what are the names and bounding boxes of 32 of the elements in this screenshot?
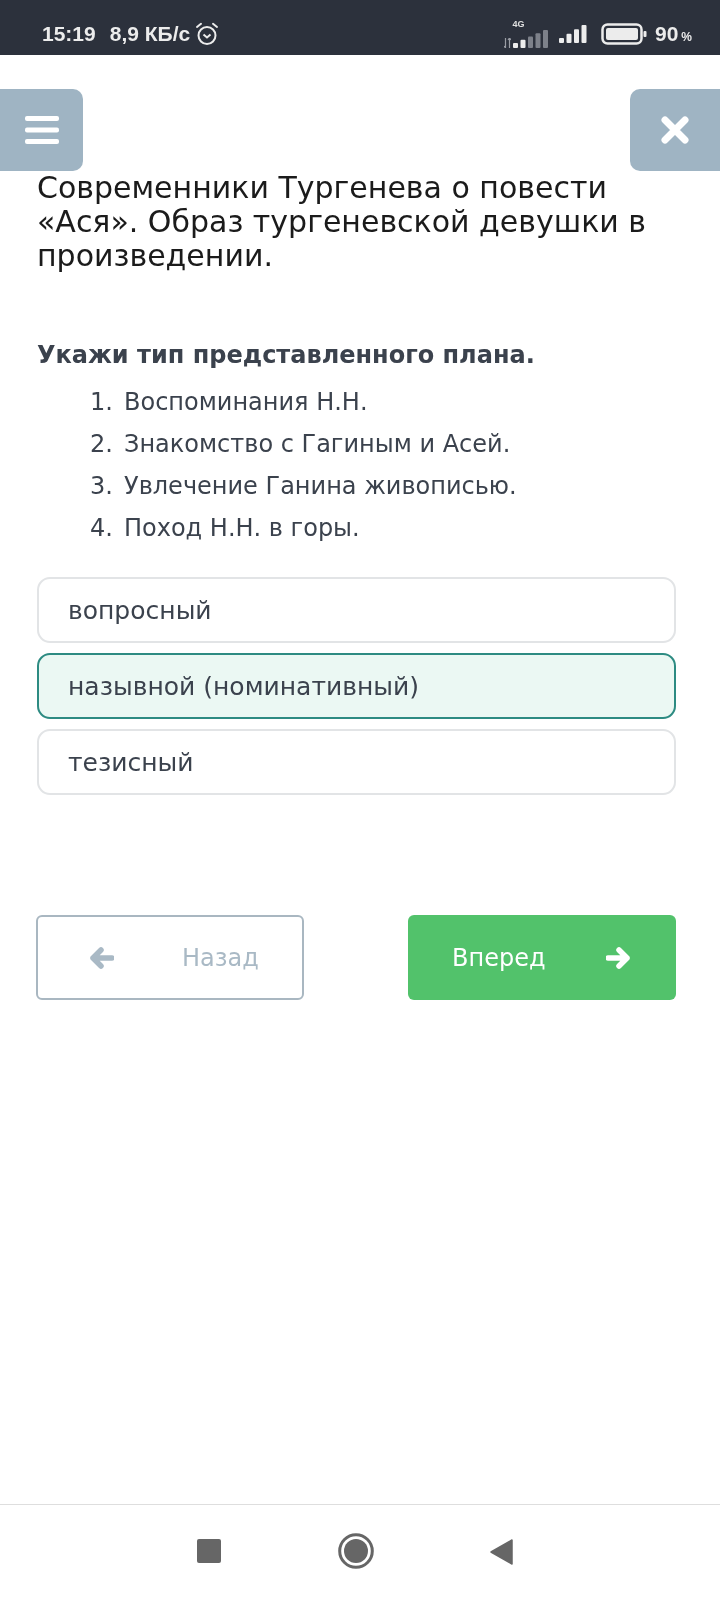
list-number: 4. (90, 514, 114, 542)
percent-sign: % (681, 31, 692, 43)
answer-option[interactable]: вопросный (37, 577, 676, 643)
clock-text: 15:19 (42, 23, 96, 44)
plan-item-text: Увлечение Ганина живописью. (124, 472, 517, 500)
close-icon (661, 116, 689, 144)
square-icon[interactable] (197, 1539, 221, 1563)
up-down-arrows-icon (504, 37, 512, 48)
circle-icon[interactable] (338, 1533, 374, 1569)
answer-option[interactable]: назывной (номинативный) (37, 653, 676, 719)
plan-item-text: Поход Н.Н. в горы. (124, 514, 360, 542)
signal-icon (513, 29, 551, 48)
plan-item-text: Воспоминания Н.Н. (124, 388, 368, 416)
list-number: 3. (90, 472, 114, 500)
network-speed-text: 8,9 КБ/с (109, 23, 191, 44)
answer-option[interactable]: тезисный (37, 729, 676, 795)
battery-level-text: 90 (654, 23, 679, 44)
lesson-title: Современники Тургенева о повести «Ася». Образ тургеневской девушки в произведении. (36, 171, 648, 273)
question-prompt: Укажи тип представленного плана. (37, 340, 536, 370)
signal-icon (558, 24, 589, 43)
arrow-left-icon (88, 946, 114, 969)
menu-icon (24, 116, 59, 144)
plan-item-text: Знакомство с Гагиным и Асей. (124, 430, 511, 458)
alarm-clock-icon (195, 21, 220, 46)
network-type-label: 4G (512, 19, 525, 29)
triangle-icon[interactable] (490, 1539, 513, 1565)
battery-icon (600, 22, 647, 45)
menu-button[interactable] (0, 89, 83, 171)
close-button[interactable] (630, 89, 720, 171)
arrow-right-icon (606, 946, 632, 969)
list-number: 2. (90, 430, 114, 458)
list-number: 1. (90, 388, 114, 416)
